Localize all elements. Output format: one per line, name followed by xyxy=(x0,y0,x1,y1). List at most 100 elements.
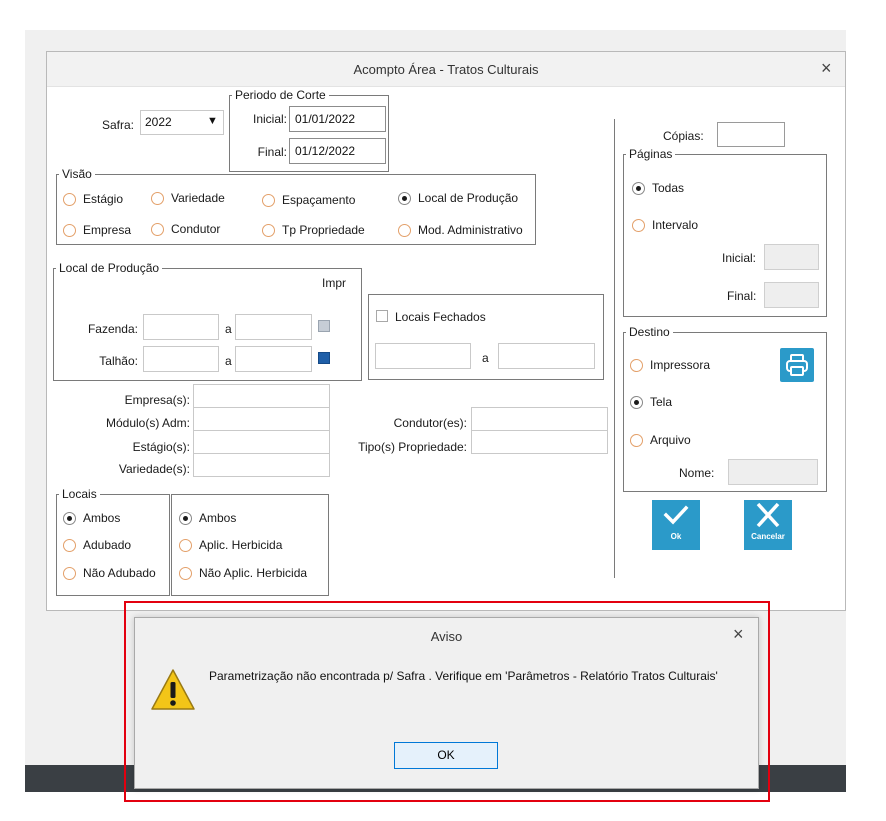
radio-arquivo[interactable] xyxy=(630,434,643,447)
cancelar-button-label: Cancelar xyxy=(751,532,785,541)
fazenda-impr-checkbox[interactable] xyxy=(318,320,330,332)
radio-tp-propriedade[interactable] xyxy=(262,224,275,237)
local-producao-title: Local de Produção xyxy=(56,261,163,275)
condutor-filter-label: Condutor(es): xyxy=(393,416,467,430)
paginas-final-input[interactable] xyxy=(764,282,819,308)
variedade-filter-input[interactable] xyxy=(193,453,330,477)
talhao-a-label: a xyxy=(225,354,232,368)
checkmark-icon xyxy=(663,505,689,525)
radio-espacamento[interactable] xyxy=(262,194,275,207)
periodo-inicial-label: Inicial: xyxy=(252,112,287,126)
radio-aplic-herbicida[interactable] xyxy=(179,539,192,552)
empresa-filter-label: Empresa(s): xyxy=(124,393,190,407)
safra-select[interactable]: 2022 ▼ xyxy=(140,110,224,135)
radio-arquivo-label: Arquivo xyxy=(650,433,691,447)
radio-condutor[interactable] xyxy=(151,223,164,236)
modulo-filter-label: Módulo(s) Adm: xyxy=(105,416,190,430)
radio-locais-ambos-label: Ambos xyxy=(83,511,121,525)
locais-fechados-from-input[interactable] xyxy=(375,343,471,369)
condutor-filter-input[interactable] xyxy=(471,407,608,431)
radio-todas-label: Todas xyxy=(652,181,685,195)
locais-title: Locais xyxy=(59,487,100,501)
radio-herbicida-ambos[interactable] xyxy=(179,512,192,525)
printer-button[interactable] xyxy=(780,348,814,382)
destino-group: Destino Impressora Tela Arquivo Nome: xyxy=(623,325,827,492)
paginas-group: Páginas Todas Intervalo Inicial: Final: xyxy=(623,147,827,317)
vertical-separator xyxy=(614,119,615,578)
radio-nao-adubado[interactable] xyxy=(63,567,76,580)
radio-local-producao[interactable] xyxy=(398,192,411,205)
locais-fechados-group: Locais Fechados a xyxy=(368,294,604,380)
radio-empresa-label: Empresa xyxy=(83,223,132,237)
radio-tela[interactable] xyxy=(630,396,643,409)
paginas-final-label: Final: xyxy=(727,289,757,303)
periodo-inicial-input[interactable]: 01/01/2022 xyxy=(289,106,386,132)
talhao-to-input[interactable] xyxy=(235,346,312,372)
estagio-filter-input[interactable] xyxy=(193,430,330,454)
destino-title: Destino xyxy=(626,325,673,339)
copias-label: Cópias: xyxy=(663,129,704,143)
nome-label: Nome: xyxy=(679,466,715,480)
radio-locais-ambos[interactable] xyxy=(63,512,76,525)
dropdown-arrow-icon[interactable]: ▼ xyxy=(207,115,218,127)
fazenda-to-input[interactable] xyxy=(235,314,312,340)
radio-condutor-label: Condutor xyxy=(171,222,221,236)
radio-variedade-label: Variedade xyxy=(171,191,225,205)
close-icon[interactable]: × xyxy=(821,58,832,79)
ok-button-label: Ok xyxy=(670,532,682,541)
radio-aplic-herbicida-label: Aplic. Herbicida xyxy=(199,538,283,552)
safra-label: Safra: xyxy=(102,118,135,132)
radio-mod-administrativo[interactable] xyxy=(398,224,411,237)
cancelar-button[interactable]: Cancelar xyxy=(744,500,792,550)
modulo-filter-input[interactable] xyxy=(193,407,330,431)
radio-variedade[interactable] xyxy=(151,192,164,205)
estagio-filter-label: Estágio(s): xyxy=(132,440,190,454)
locais-fechados-to-input[interactable] xyxy=(498,343,595,369)
periodo-corte-group: Periodo de Corte Inicial: 01/01/2022 Fin… xyxy=(229,88,389,172)
radio-herbicida-ambos-label: Ambos xyxy=(199,511,237,525)
radio-intervalo-label: Intervalo xyxy=(652,218,699,232)
cancel-x-icon xyxy=(756,502,780,528)
fazenda-from-input[interactable] xyxy=(143,314,219,340)
talhao-from-input[interactable] xyxy=(143,346,219,372)
radio-empresa[interactable] xyxy=(63,224,76,237)
periodo-final-label: Final: xyxy=(257,145,287,159)
radio-todas[interactable] xyxy=(632,182,645,195)
fazenda-a-label: a xyxy=(225,322,232,336)
radio-nao-aplic-herbicida[interactable] xyxy=(179,567,192,580)
ok-button[interactable]: Ok xyxy=(652,500,700,550)
empresa-filter-input[interactable] xyxy=(193,384,330,408)
printer-icon xyxy=(786,354,808,376)
radio-impressora-label: Impressora xyxy=(650,358,711,372)
safra-value: 2022 xyxy=(145,115,172,129)
paginas-inicial-label: Inicial: xyxy=(722,251,757,265)
periodo-final-input[interactable]: 01/12/2022 xyxy=(289,138,386,164)
tipo-propriedade-filter-input[interactable] xyxy=(471,430,608,454)
talhao-impr-checkbox[interactable] xyxy=(318,352,330,364)
impr-label: Impr xyxy=(322,276,346,290)
locais-fechados-label: Locais Fechados xyxy=(395,310,486,324)
variedade-filter-label: Variedade(s): xyxy=(118,462,190,476)
radio-tp-propriedade-label: Tp Propriedade xyxy=(282,223,365,237)
locais-fechados-checkbox[interactable] xyxy=(376,310,388,322)
main-window: Acompto Área - Tratos Culturais × Safra:… xyxy=(46,51,846,611)
radio-espacamento-label: Espaçamento xyxy=(282,193,356,207)
local-producao-group: Local de Produção Impr Fazenda: a Talhão… xyxy=(53,261,362,381)
visao-title: Visão xyxy=(59,167,95,181)
radio-adubado[interactable] xyxy=(63,539,76,552)
locais-group: Locais Ambos Adubado Não Adubado xyxy=(56,487,170,596)
radio-mod-administrativo-label: Mod. Administrativo xyxy=(418,223,523,237)
radio-impressora[interactable] xyxy=(630,359,643,372)
herbicida-group: Ambos Aplic. Herbicida Não Aplic. Herbic… xyxy=(171,494,329,596)
radio-estagio[interactable] xyxy=(63,193,76,206)
radio-intervalo[interactable] xyxy=(632,219,645,232)
locais-fechados-a-label: a xyxy=(482,351,489,365)
radio-nao-adubado-label: Não Adubado xyxy=(83,566,156,580)
paginas-inicial-input[interactable] xyxy=(764,244,819,270)
copias-input[interactable] xyxy=(717,122,785,147)
fazenda-label: Fazenda: xyxy=(87,322,138,336)
visao-group: Visão Estágio Variedade Espaçamento Loca… xyxy=(56,167,536,245)
window-title: Acompto Área - Tratos Culturais xyxy=(353,62,539,77)
talhao-label: Talhão: xyxy=(99,354,138,368)
nome-input[interactable] xyxy=(728,459,818,485)
